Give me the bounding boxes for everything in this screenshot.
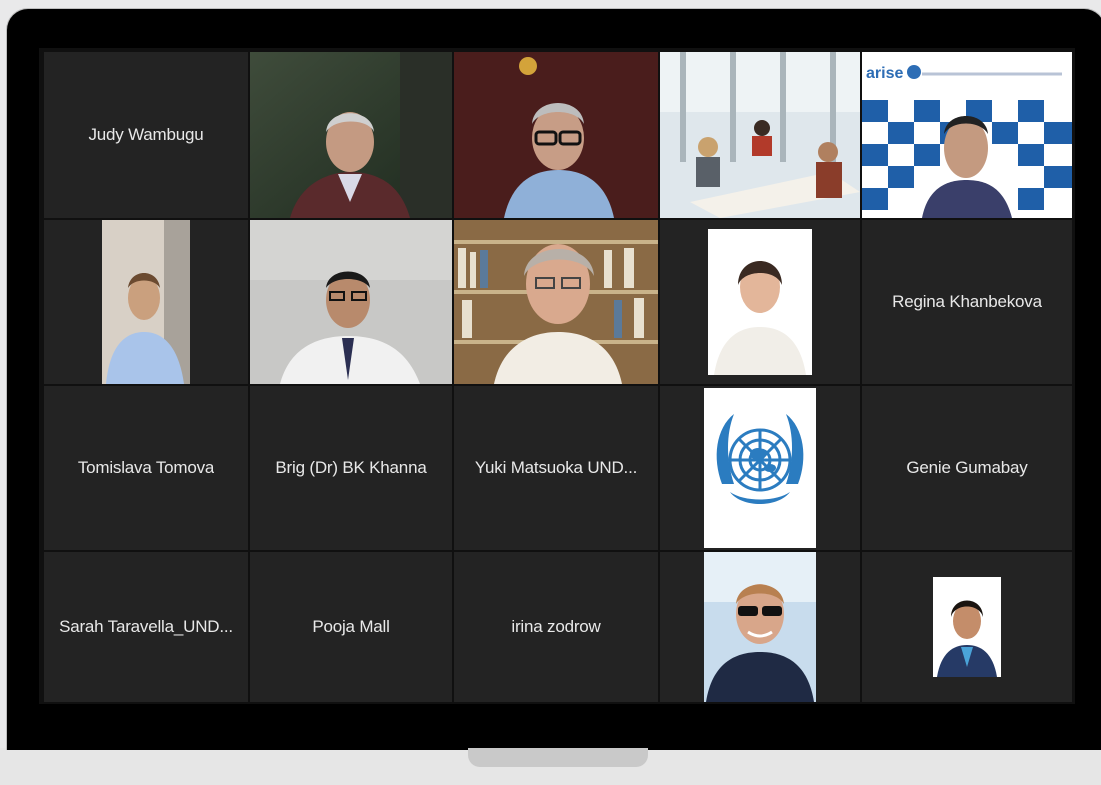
participant-tile-photo[interactable] bbox=[862, 552, 1072, 702]
participant-name: Brig (Dr) BK Khanna bbox=[275, 458, 427, 477]
participant-name: irina zodrow bbox=[511, 617, 601, 636]
participant-tile-video[interactable] bbox=[250, 220, 452, 384]
participant-tile-video[interactable] bbox=[660, 52, 860, 218]
participant-tile[interactable]: Yuki Matsuoka UND... bbox=[454, 386, 658, 550]
participant-photo-1 bbox=[102, 220, 190, 384]
participant-grid: Judy Wambugu arise Regina Khanbekova Tom… bbox=[44, 52, 1072, 702]
participant-name: Tomislava Tomova bbox=[77, 458, 215, 477]
participant-tile-photo[interactable] bbox=[660, 552, 860, 702]
participant-tile[interactable]: Genie Gumabay bbox=[862, 386, 1072, 550]
participant-tile-photo[interactable] bbox=[660, 220, 860, 384]
participant-tile[interactable]: Regina Khanbekova bbox=[862, 220, 1072, 384]
arise-logo-text: arise bbox=[866, 65, 903, 82]
participant-tile[interactable]: irina zodrow bbox=[454, 552, 658, 702]
participant-tile-logo[interactable] bbox=[660, 386, 860, 550]
participant-tile-video[interactable] bbox=[250, 52, 452, 218]
participant-tile[interactable]: Tomislava Tomova bbox=[44, 386, 248, 550]
laptop-notch bbox=[468, 748, 648, 767]
participant-name: Sarah Taravella_UND... bbox=[59, 617, 233, 636]
participant-photo-3 bbox=[704, 552, 816, 702]
participant-name: Judy Wambugu bbox=[88, 125, 204, 144]
participant-video-office bbox=[660, 52, 860, 218]
meeting-gallery-view: Judy Wambugu arise Regina Khanbekova Tom… bbox=[39, 48, 1075, 704]
participant-photo-2 bbox=[708, 229, 812, 375]
participant-tile[interactable]: Sarah Taravella_UND... bbox=[44, 552, 248, 702]
un-emblem-icon bbox=[704, 388, 816, 548]
participant-name: Pooja Mall bbox=[312, 617, 390, 636]
participant-name: Genie Gumabay bbox=[906, 458, 1028, 477]
participant-tile[interactable]: Brig (Dr) BK Khanna bbox=[250, 386, 452, 550]
participant-tile-video[interactable] bbox=[454, 220, 658, 384]
participant-video-bookshelf bbox=[454, 220, 658, 384]
participant-tile-active-speaker[interactable] bbox=[454, 52, 658, 218]
participant-tile[interactable]: Pooja Mall bbox=[250, 552, 452, 702]
participant-name: Regina Khanbekova bbox=[892, 292, 1042, 311]
participant-tile-photo[interactable] bbox=[44, 220, 248, 384]
participant-video-1 bbox=[250, 52, 452, 218]
participant-tile-video[interactable]: arise bbox=[862, 52, 1072, 218]
participant-name: Yuki Matsuoka UND... bbox=[474, 458, 638, 477]
participant-video-arise: arise bbox=[862, 52, 1072, 218]
participant-tile[interactable]: Judy Wambugu bbox=[44, 52, 248, 218]
participant-photo-4 bbox=[933, 577, 1001, 677]
participant-video-3 bbox=[250, 220, 452, 384]
participant-video-2 bbox=[454, 52, 658, 218]
